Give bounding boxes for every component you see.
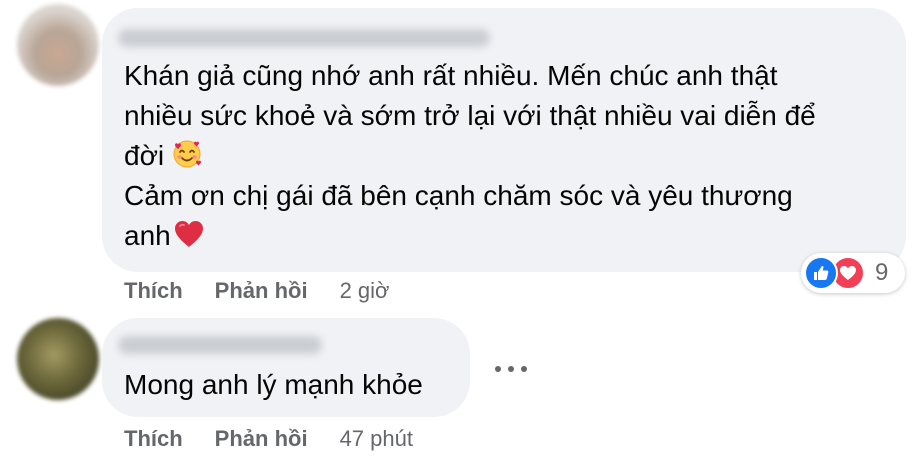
commenter-avatar[interactable]: [17, 4, 99, 86]
reply-link[interactable]: Phản hồi: [215, 424, 308, 454]
comment-actions: Thích Phản hồi 47 phút: [124, 424, 413, 454]
commenter-name-blurred[interactable]: [118, 336, 322, 354]
comment-text-line: nhiều sức khoẻ và sớm trở lại với thật n…: [124, 100, 816, 131]
like-icon: [804, 256, 838, 290]
comment-text-line: Mong anh lý mạnh khỏe: [124, 369, 423, 400]
comment-timestamp[interactable]: 47 phút: [340, 424, 413, 454]
comment-text-line: anh: [124, 216, 205, 260]
commenter-avatar[interactable]: [17, 318, 99, 400]
comment-timestamp[interactable]: 2 giờ: [340, 276, 390, 306]
smiling-face-with-hearts-icon: [172, 139, 202, 180]
reaction-count: 9: [875, 259, 889, 286]
reaction-summary[interactable]: 9: [801, 253, 905, 293]
like-link[interactable]: Thích: [124, 424, 183, 454]
reply-link[interactable]: Phản hồi: [215, 276, 308, 306]
comment-text-line: đời: [124, 136, 202, 180]
comment-actions: Thích Phản hồi 2 giờ: [124, 276, 389, 306]
more-options-icon[interactable]: [495, 355, 527, 383]
like-link[interactable]: Thích: [124, 276, 183, 306]
comment-bubble: [102, 8, 906, 272]
comment-text-line: Khán giả cũng nhớ anh rất nhiều. Mến chú…: [124, 60, 778, 91]
commenter-name-blurred[interactable]: [118, 29, 490, 47]
red-heart-icon: [173, 219, 205, 260]
comment-text-line: Cảm ơn chị gái đã bên cạnh chăm sóc và y…: [124, 180, 793, 211]
